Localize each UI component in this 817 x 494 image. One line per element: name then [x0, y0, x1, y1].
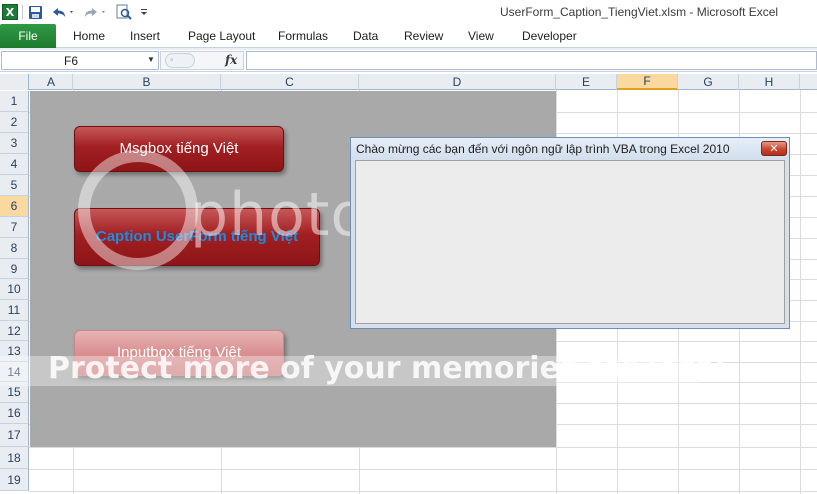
undo-icon[interactable] — [49, 3, 77, 21]
gridline — [29, 491, 817, 492]
tab-review[interactable]: Review — [404, 29, 443, 43]
row-header-9[interactable]: 9 — [0, 259, 29, 279]
userform-titlebar[interactable]: Chào mừng các bạn đến với ngôn ngữ lập t… — [351, 138, 789, 159]
select-all-corner[interactable] — [0, 74, 29, 90]
tab-page-layout[interactable]: Page Layout — [188, 29, 255, 43]
name-box[interactable]: F6 ▼ — [1, 51, 159, 70]
tab-data[interactable]: Data — [353, 29, 378, 43]
formula-bar: F6 ▼ ◦ fx — [0, 50, 817, 72]
gridline — [29, 469, 817, 470]
row-header-19[interactable]: 19 — [0, 469, 29, 491]
resize-grip-icon[interactable]: ◦ — [165, 53, 195, 68]
userform-dialog[interactable]: Chào mừng các bạn đến với ngôn ngữ lập t… — [350, 137, 790, 329]
name-box-value: F6 — [64, 54, 79, 68]
row-header-4[interactable]: 4 — [0, 154, 29, 175]
row-header-1[interactable]: 1 — [0, 91, 29, 112]
ribbon-tabs: File Home Insert Page Layout Formulas Da… — [0, 24, 817, 48]
column-header-e[interactable]: E — [556, 74, 617, 90]
msgbox-button[interactable]: Msgbox tiếng Việt — [74, 126, 284, 172]
userform-caption: Chào mừng các bạn đến với ngôn ngữ lập t… — [356, 142, 730, 156]
row-header-16[interactable]: 16 — [0, 403, 29, 424]
redo-icon[interactable] — [81, 3, 109, 21]
insert-function-icon[interactable]: fx — [225, 53, 237, 67]
qat-separator — [22, 5, 23, 19]
column-header-c[interactable]: C — [221, 74, 359, 90]
tab-insert[interactable]: Insert — [130, 29, 160, 43]
row-header-11[interactable]: 11 — [0, 300, 29, 321]
title-bar: X UserForm_Caption_TiengViet.xlsm - Micr… — [0, 0, 817, 24]
row-header-7[interactable]: 7 — [0, 217, 29, 238]
column-header-f[interactable]: F — [617, 74, 678, 90]
userform-body — [355, 160, 785, 324]
row-header-10[interactable]: 10 — [0, 279, 29, 300]
tab-developer[interactable]: Developer — [522, 29, 577, 43]
tab-file[interactable]: File — [0, 24, 56, 48]
gridline — [800, 90, 801, 494]
caption-userform-button[interactable]: Caption UserForm tiếng Việt — [74, 208, 320, 266]
column-header-b[interactable]: B — [73, 74, 221, 90]
tab-view[interactable]: View — [468, 29, 494, 43]
tab-formulas[interactable]: Formulas — [278, 29, 328, 43]
row-header-3[interactable]: 3 — [0, 133, 29, 154]
row-header-12[interactable]: 12 — [0, 321, 29, 341]
print-preview-icon[interactable] — [113, 3, 135, 21]
chevron-down-icon[interactable]: ▼ — [147, 55, 155, 64]
row-header-8[interactable]: 8 — [0, 238, 29, 259]
column-header-d[interactable]: D — [359, 74, 556, 90]
formula-input[interactable] — [246, 51, 817, 70]
tab-home[interactable]: Home — [73, 29, 105, 43]
save-icon[interactable] — [27, 3, 43, 21]
row-header-6[interactable]: 6 — [0, 196, 29, 217]
close-icon[interactable]: ✕ — [761, 141, 787, 156]
customize-qat-icon[interactable] — [139, 3, 149, 21]
row-header-17[interactable]: 17 — [0, 424, 29, 447]
gridline — [29, 447, 817, 448]
row-header-5[interactable]: 5 — [0, 175, 29, 196]
row-header-18[interactable]: 18 — [0, 447, 29, 469]
column-header-g[interactable]: G — [678, 74, 739, 90]
formula-bar-controls: ◦ fx — [160, 51, 244, 70]
column-header-a[interactable]: A — [30, 74, 73, 90]
column-header-h[interactable]: H — [739, 74, 800, 90]
window-title: UserForm_Caption_TiengViet.xlsm - Micros… — [500, 5, 779, 19]
excel-logo-icon[interactable]: X — [2, 4, 18, 20]
row-header-2[interactable]: 2 — [0, 112, 29, 133]
watermark-banner-strip — [0, 356, 700, 386]
